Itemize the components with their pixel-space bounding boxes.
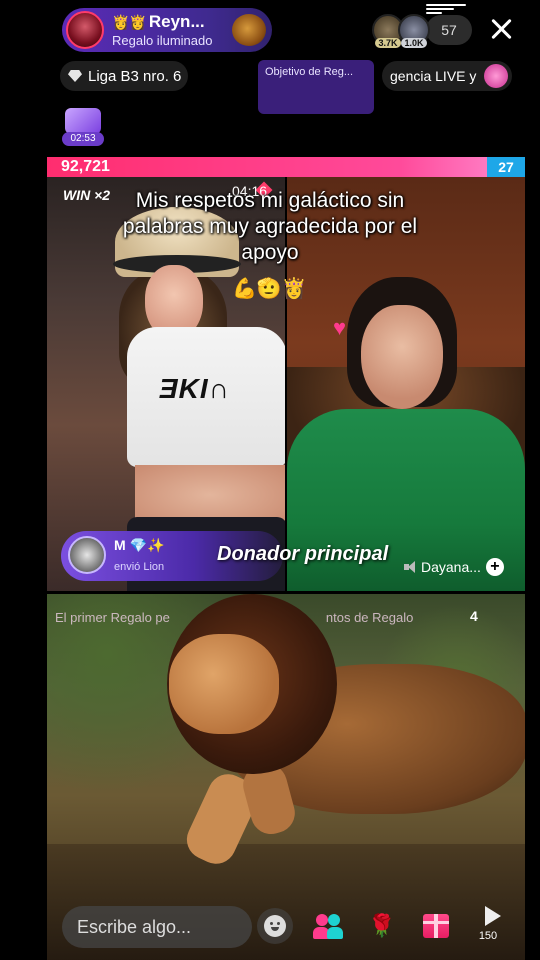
diamond-icon xyxy=(68,70,82,82)
viewer-badge: 1.0K xyxy=(401,38,427,48)
urgency-chip[interactable]: gencia LIVE y xyxy=(382,61,512,91)
host-subtitle: Regalo iluminado xyxy=(112,33,213,48)
league-label: Liga B3 nro. 6 xyxy=(88,67,182,85)
heart-icon: ♥ xyxy=(333,315,347,340)
viewer-count[interactable]: 57 xyxy=(426,15,472,45)
league-chip[interactable]: Liga B3 nro. 6 xyxy=(60,61,188,91)
gift-icon[interactable] xyxy=(418,908,454,944)
lion-gift-icon xyxy=(232,14,266,46)
battle-score-bar: 92,721 27 xyxy=(47,157,525,177)
donor-avatar xyxy=(68,536,106,574)
host-avatar[interactable] xyxy=(66,11,104,49)
video-caption: Mis respetos mi galáctico sin palabras m… xyxy=(122,189,418,264)
left-score: 92,721 xyxy=(47,157,487,177)
face xyxy=(361,305,443,409)
treasure-icon xyxy=(65,108,101,134)
crown-badges: 👸👸 xyxy=(112,13,147,30)
urgency-label: gencia LIVE y xyxy=(390,68,477,84)
speaker-icon[interactable] xyxy=(404,561,416,573)
right-score: 27 xyxy=(487,157,525,177)
host-profile-pill[interactable]: 👸👸 Reyn... Regalo iluminado xyxy=(62,8,272,52)
viewer-list[interactable]: 3.7K 1.0K 57 xyxy=(372,14,472,48)
top-donor-title: Donador principal xyxy=(217,543,389,565)
lion-face xyxy=(169,634,279,734)
donor-name: M 💎✨ xyxy=(114,537,165,553)
top-viewer-avatar[interactable]: 1.0K xyxy=(398,14,430,48)
partner-name: Dayana... xyxy=(421,559,481,575)
ticker-right: ntos de Regalo xyxy=(325,609,414,625)
shirt-logo: ƎKI∩ xyxy=(159,373,230,404)
host-name: Reyn... xyxy=(148,12,205,31)
rose-icon[interactable]: 🌹 xyxy=(364,908,400,944)
partner-label[interactable]: Dayana... + xyxy=(404,558,504,576)
smile-icon[interactable] xyxy=(257,908,293,944)
donor-gift: envió Lion xyxy=(114,561,165,573)
plus-icon[interactable]: + xyxy=(485,558,504,576)
midriff xyxy=(135,465,285,525)
treasure-box[interactable]: 02:53 xyxy=(62,108,104,146)
ticker-left: El primer Regalo pe xyxy=(55,609,170,625)
caption-emoji: 💪🫡👸 xyxy=(232,278,307,300)
goal-ticker: El primer Regalo pe ntos de Regalo xyxy=(55,606,520,628)
viewer-badge: 3.7K xyxy=(375,38,401,48)
treasure-timer: 02:53 xyxy=(62,132,104,146)
ticker-count: 4 xyxy=(470,608,478,624)
comment-input[interactable]: Escribe algo... xyxy=(62,906,252,948)
host-name-row: 👸👸 Reyn... xyxy=(112,12,212,32)
speed-lines-icon xyxy=(426,2,466,18)
close-icon[interactable] xyxy=(488,16,514,42)
share-count: 150 xyxy=(478,930,498,942)
gift-goal-card[interactable]: Objetivo de Reg... xyxy=(258,60,374,114)
wand-icon xyxy=(484,64,508,88)
multi-guest-icon[interactable] xyxy=(310,908,346,944)
host-text: 👸👸 Reyn... Regalo iluminado xyxy=(112,12,212,48)
share-icon[interactable]: 150 xyxy=(470,906,506,944)
